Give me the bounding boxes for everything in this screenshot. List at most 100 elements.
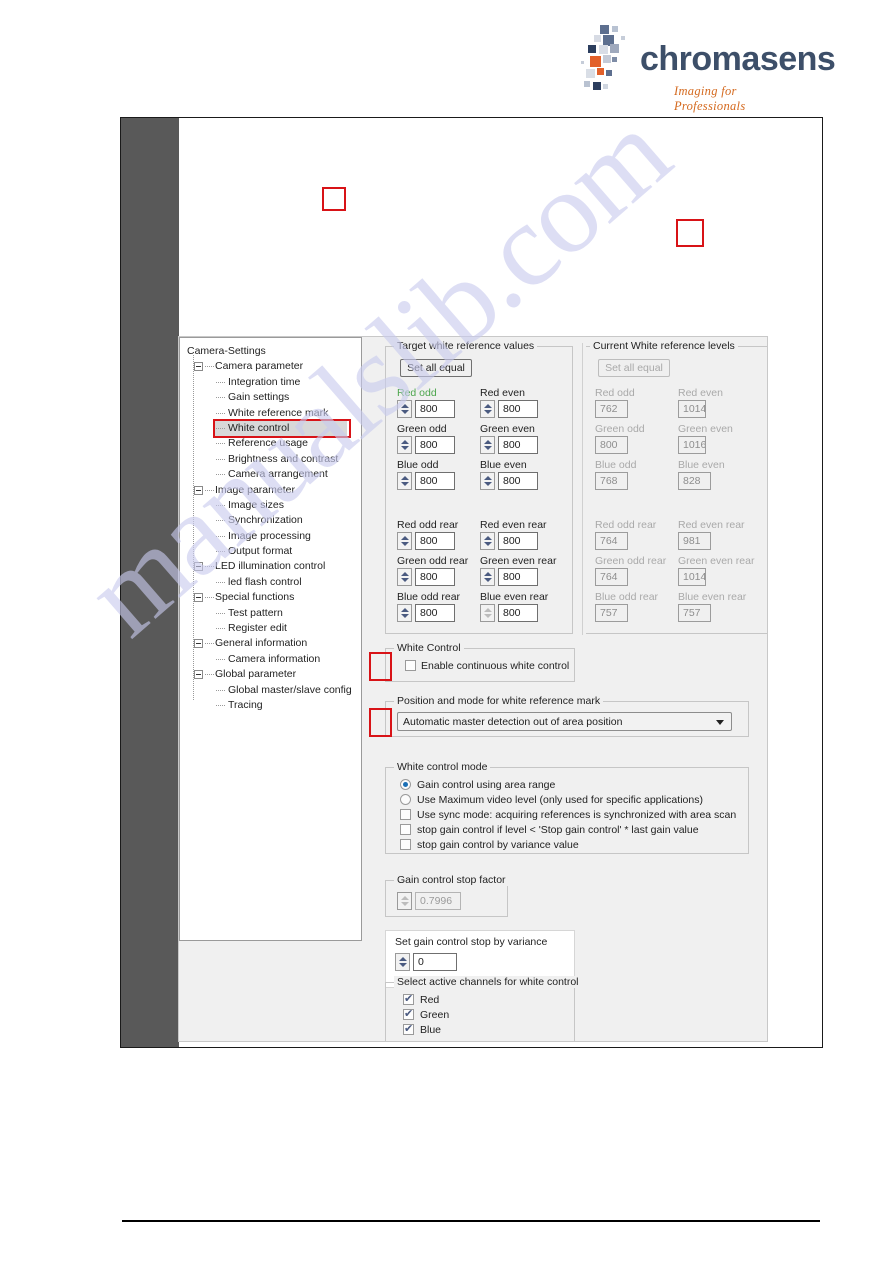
target-input-green-even[interactable]: 800 [498,436,538,454]
target-label-green-odd: Green odd [397,423,447,435]
target-spinner-red-odd[interactable] [397,400,412,418]
tree-item-synchronization[interactable]: Synchronization [185,513,357,528]
tree-item-test-pattern[interactable]: Test pattern [185,606,357,621]
radio-use-maximum-video-level[interactable] [400,794,411,805]
checkbox-stop-gain-control-by-variance[interactable] [400,839,411,850]
expander-icon[interactable] [194,639,203,649]
current-white-reference-levels-group: Current White reference levels Set all e… [586,340,767,634]
tree-root[interactable]: Camera-Settings [185,344,357,359]
tree-item-label: led flash control [228,575,302,588]
gain-stop-factor-spinner[interactable] [397,892,412,910]
brand-name: chromasens [640,40,836,78]
target-spinner-blue-odd-rear[interactable] [397,604,412,622]
callout-box-2 [676,219,704,247]
current-value-red-odd-rear: 764 [595,532,628,550]
target-spinner-green-even[interactable] [480,436,495,454]
tree-item-image-processing[interactable]: Image processing [185,529,357,544]
checkbox-stop-gain-control-if-level[interactable] [400,824,411,835]
checkbox-channel-green[interactable] [403,1007,414,1020]
tree-item-white-control[interactable]: White control [185,418,357,438]
tree-item-label: Image processing [228,529,311,542]
enable-continuous-white-control-checkbox[interactable] [405,660,416,671]
target-spinner-green-even-rear[interactable] [480,568,495,586]
tree-item-label: Image parameter [215,483,295,496]
target-input-red-odd-rear[interactable]: 800 [415,532,455,550]
checkbox-use-sync-mode[interactable] [400,809,411,820]
target-spinner-red-even-rear[interactable] [480,532,495,550]
tree-item-led-flash-control[interactable]: led flash control [185,575,357,590]
target-input-red-even-rear[interactable]: 800 [498,532,538,550]
target-label-blue-even-rear: Blue even rear [480,591,549,603]
target-label-green-even: Green even [480,423,535,435]
tree-item-camera-information[interactable]: Camera information [185,652,357,667]
group-caption: White Control [394,642,464,654]
target-input-blue-odd-rear[interactable]: 800 [415,604,455,622]
target-label-red-even: Red even [480,387,525,399]
brand-tagline: Imaging for Professionals [674,84,746,113]
current-label-red-even-rear: Red even rear [678,519,745,531]
tree-item-general-information[interactable]: General information [185,636,357,651]
target-spinner-blue-odd[interactable] [397,472,412,490]
current-value-red-even: 1014 [678,400,706,418]
radio-gain-control-using-area-range[interactable] [400,779,411,790]
target-input-blue-even-rear[interactable]: 800 [498,604,538,622]
footer-rule [122,1220,820,1222]
tree-item-output-format[interactable]: Output format [185,544,357,559]
target-label-red-even-rear: Red even rear [480,519,547,531]
current-label-red-even: Red even [678,387,723,399]
tree-item-register-edit[interactable]: Register edit [185,621,357,636]
gain-stop-variance-spinner[interactable] [395,953,410,971]
tree-item-gain-settings[interactable]: Gain settings [185,390,357,405]
tree-item-label: Tracing [228,698,263,711]
current-set-all-equal-button[interactable]: Set all equal [598,359,670,377]
expander-icon[interactable] [194,670,203,680]
target-spinner-green-odd[interactable] [397,436,412,454]
tree-item-camera-parameter[interactable]: Camera parameter [185,359,357,374]
target-input-red-even[interactable]: 800 [498,400,538,418]
target-spinner-green-odd-rear[interactable] [397,568,412,586]
white-reference-mark-mode-select[interactable]: Automatic master detection out of area p… [397,712,732,731]
tree-item-camera-arrangement[interactable]: Camera arrangement [185,467,357,482]
current-label-red-odd: Red odd [595,387,635,399]
gain-control-stop-factor-group: Gain control stop factor 0.7996 [385,874,509,917]
tree-item-label: Image sizes [228,498,285,511]
expander-icon[interactable] [194,593,203,603]
target-input-blue-even[interactable]: 800 [498,472,538,490]
target-input-green-odd-rear[interactable]: 800 [415,568,455,586]
current-label-green-odd: Green odd [595,423,645,435]
expander-icon[interactable] [194,485,203,495]
target-set-all-equal-button[interactable]: Set all equal [400,359,472,377]
checkbox-channel-blue[interactable] [403,1022,414,1035]
target-input-red-odd[interactable]: 800 [415,400,455,418]
tree-item-led-illumination-control[interactable]: LED illumination control [185,559,357,574]
current-label-green-odd-rear: Green odd rear [595,555,667,567]
tree-item-global-parameter[interactable]: Global parameter [185,667,357,682]
panel-divider [582,343,583,635]
tree-item-label: Register edit [228,622,287,635]
tree-item-global-master-slave-config[interactable]: Global master/slave config [185,683,357,698]
expander-icon[interactable] [194,362,203,372]
target-spinner-blue-even[interactable] [480,472,495,490]
tree-item-image-parameter[interactable]: Image parameter [185,483,357,498]
target-spinner-blue-even-rear[interactable] [480,604,495,622]
tree-item-integration-time[interactable]: Integration time [185,375,357,390]
tree-item-brightness-and-contrast[interactable]: Brightness and contrast [185,452,357,467]
checkbox-channel-red[interactable] [403,992,414,1005]
expander-icon[interactable] [194,562,203,572]
tree-item-label: Brightness and contrast [228,452,339,465]
target-input-green-odd[interactable]: 800 [415,436,455,454]
gain-stop-factor-input[interactable]: 0.7996 [415,892,461,910]
gain-stop-variance-input[interactable]: 0 [413,953,457,971]
target-input-blue-odd[interactable]: 800 [415,472,455,490]
target-input-green-even-rear[interactable]: 800 [498,568,538,586]
tree-item-reference-usage[interactable]: Reference usage [185,436,357,451]
settings-tree[interactable]: Camera-Settings Camera parameter Integra… [179,337,362,941]
tree-root-label: Camera-Settings [187,345,266,357]
target-spinner-red-even[interactable] [480,400,495,418]
tree-item-image-sizes[interactable]: Image sizes [185,498,357,513]
chevron-down-icon[interactable] [716,720,724,725]
target-spinner-red-odd-rear[interactable] [397,532,412,550]
tree-item-tracing[interactable]: Tracing [185,698,357,713]
current-value-green-even-rear: 1014 [678,568,706,586]
tree-item-special-functions[interactable]: Special functions [185,590,357,605]
